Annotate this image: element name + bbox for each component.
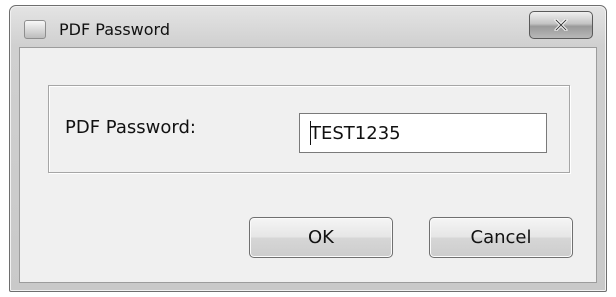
password-group-box: PDF Password:	[48, 85, 570, 173]
close-button[interactable]	[529, 11, 593, 39]
ok-button[interactable]: OK	[249, 217, 393, 258]
app-window-icon	[24, 20, 46, 39]
text-caret	[310, 121, 311, 145]
close-icon	[554, 19, 568, 31]
password-input[interactable]	[299, 113, 547, 153]
cancel-button[interactable]: Cancel	[429, 217, 573, 258]
window-title: PDF Password	[59, 20, 170, 39]
password-label: PDF Password:	[65, 117, 196, 138]
dialog-body: PDF Password: OK Cancel	[19, 47, 597, 283]
dialog-window: PDF Password PDF Password: OK Cancel	[9, 5, 607, 292]
title-bar[interactable]: PDF Password	[10, 6, 606, 48]
